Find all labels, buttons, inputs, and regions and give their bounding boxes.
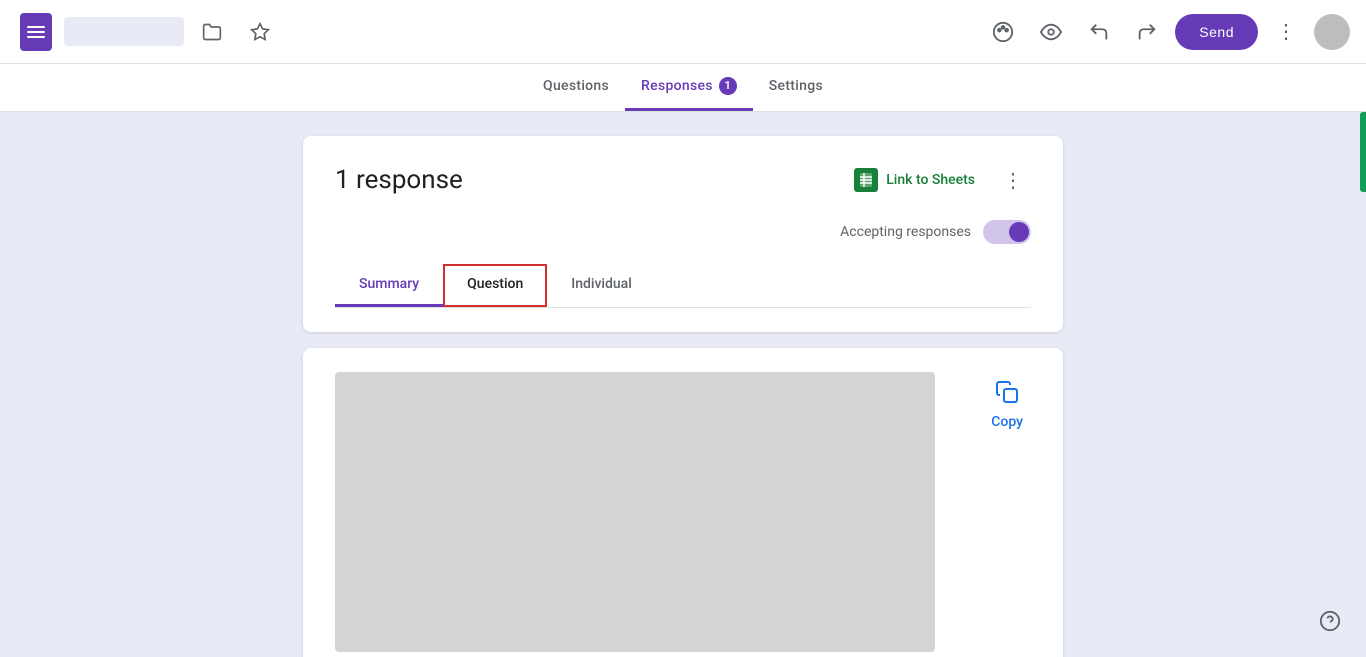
forms-logo-icon (20, 13, 52, 51)
preview-button[interactable] (1031, 12, 1071, 52)
app-icon (16, 12, 56, 52)
topbar: Send ⋮ (0, 0, 1366, 64)
star-icon-button[interactable] (240, 12, 280, 52)
sheets-icon (854, 168, 878, 192)
copy-button[interactable]: Copy (983, 372, 1031, 438)
tab-responses[interactable]: Responses 1 (625, 63, 753, 111)
tab-questions[interactable]: Questions (527, 63, 625, 111)
main-content: 1 response Link to Sheets (0, 112, 1366, 657)
document-title-input[interactable] (64, 17, 184, 46)
palette-button[interactable] (983, 12, 1023, 52)
accepting-row: Accepting responses (335, 220, 1031, 244)
response-count: 1 response (335, 165, 463, 195)
avatar[interactable] (1314, 14, 1350, 50)
responses-more-button[interactable]: ⋮ (995, 162, 1031, 198)
topbar-right: Send ⋮ (983, 12, 1350, 52)
response-header: 1 response Link to Sheets (335, 160, 1031, 200)
response-badge: 1 (719, 77, 737, 95)
help-button[interactable] (1310, 601, 1350, 641)
chart-placeholder (335, 372, 935, 652)
accepting-responses-toggle[interactable] (983, 220, 1031, 244)
send-button[interactable]: Send (1175, 14, 1258, 50)
sub-tab-individual[interactable]: Individual (547, 264, 656, 307)
toggle-thumb (1009, 222, 1029, 242)
accepting-label: Accepting responses (840, 224, 971, 240)
copy-label: Copy (991, 414, 1023, 430)
folder-icon-button[interactable] (192, 12, 232, 52)
tabs-bar: Questions Responses 1 Settings (0, 64, 1366, 112)
more-options-button[interactable]: ⋮ (1266, 12, 1306, 52)
copy-icon (995, 380, 1019, 410)
sub-tabs: Summary Question Individual (335, 264, 1031, 308)
link-to-sheets-label: Link to Sheets (886, 172, 975, 188)
content-card: Copy (303, 348, 1063, 657)
responses-header-card: 1 response Link to Sheets (303, 136, 1063, 332)
sub-tab-summary[interactable]: Summary (335, 264, 443, 307)
sub-tab-question[interactable]: Question (443, 264, 547, 307)
right-accent-bar (1360, 112, 1366, 192)
header-actions: Link to Sheets ⋮ (842, 160, 1031, 200)
redo-button[interactable] (1127, 12, 1167, 52)
topbar-left (16, 12, 983, 52)
link-to-sheets-button[interactable]: Link to Sheets (842, 160, 987, 200)
undo-button[interactable] (1079, 12, 1119, 52)
tab-settings[interactable]: Settings (753, 63, 839, 111)
